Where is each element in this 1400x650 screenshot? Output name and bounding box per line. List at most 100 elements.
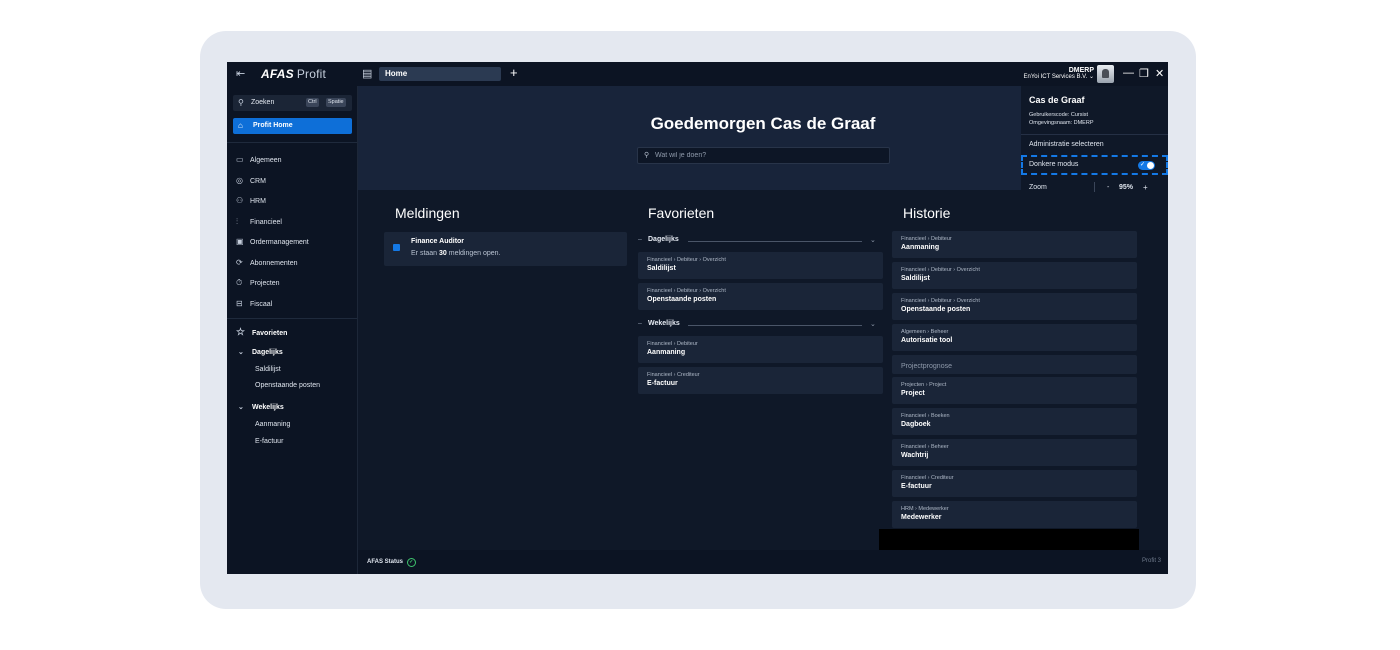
add-tab-button[interactable]: + — [510, 65, 518, 80]
sidebar-item-financieel[interactable]: ⫶ Financieel — [236, 217, 282, 229]
favorieten-title: Favorieten — [648, 205, 715, 221]
card-title: Saldilijst — [901, 275, 930, 282]
collapse-dash: – — [638, 236, 642, 243]
sidebar-item-label: Fiscaal — [250, 301, 273, 308]
favorite-link[interactable]: Saldilijst — [255, 366, 281, 373]
divider — [227, 142, 357, 143]
history-card[interactable]: HRM › Medewerker Medewerker — [892, 501, 1137, 528]
sync-icon: ⟳ — [236, 258, 243, 267]
status-bar: AFAS Status ✓ Profit 3 — [358, 550, 1168, 574]
favorites-header[interactable]: ☆ Favorieten — [236, 327, 287, 338]
search-icon: ⚲ — [238, 98, 244, 107]
history-card[interactable]: Projectprognose — [892, 355, 1137, 374]
window-icon: ▭ — [236, 155, 244, 164]
breadcrumb: Financieel › Debiteur › Overzicht — [647, 257, 726, 263]
favorites-section-wekelijks[interactable]: – Wekelijks ⌄ — [638, 320, 883, 330]
history-card[interactable]: Financieel › Debiteur › Overzicht Openst… — [892, 293, 1137, 320]
profile-env-name: Omgevingsnaam: DMERP — [1029, 120, 1094, 126]
profile-user-code: Gebruikerscode: Cursist — [1029, 112, 1088, 118]
favorites-label: Favorieten — [252, 330, 288, 337]
collapse-dash: – — [638, 320, 642, 327]
history-card[interactable]: Financieel › Crediteur E-factuur — [892, 470, 1137, 497]
sidebar-item-label: Projecten — [250, 280, 280, 287]
menu-collapse-icon[interactable]: ⇤ — [236, 67, 245, 80]
history-card[interactable]: Financieel › Boeken Dagboek — [892, 408, 1137, 435]
meldingen-title: Meldingen — [395, 205, 460, 221]
sidebar-item-label: Abonnementen — [250, 260, 298, 267]
briefcase-icon: ⊟ — [236, 299, 243, 308]
card-title: Aanmaning — [901, 244, 940, 251]
chevron-down-icon: ⌄ — [870, 321, 876, 328]
dark-mode-toggle[interactable]: ✓ — [1138, 161, 1155, 170]
brand-sub: Profit — [296, 67, 327, 81]
breadcrumb: Financieel › Debiteur › Overzicht — [901, 267, 980, 273]
card-title: Aanmaning — [647, 349, 686, 356]
favorite-card[interactable]: Financieel › Crediteur E-factuur — [638, 367, 883, 394]
clipboard-icon: ▣ — [236, 237, 244, 246]
sidebar-item-abonnementen[interactable]: ⟳ Abonnementen — [236, 258, 297, 270]
minimize-icon[interactable]: — — [1123, 67, 1134, 79]
zoom-out-button[interactable]: - — [1107, 184, 1109, 191]
favorites-group-wekelijks[interactable]: ⌄ Wekelijks — [238, 403, 284, 411]
history-card[interactable]: Financieel › Debiteur › Overzicht Saldil… — [892, 262, 1137, 289]
brand-name: AFAS — [261, 67, 294, 81]
search-input[interactable] — [655, 150, 875, 161]
sidebar-item-ordermanagement[interactable]: ▣ Ordermanagement — [236, 237, 309, 249]
sidebar-item-label: Profit Home — [253, 122, 293, 129]
main-search[interactable]: ⚲ — [637, 147, 890, 164]
avatar[interactable] — [1097, 65, 1114, 83]
home-icon: ⌂ — [238, 121, 243, 130]
check-icon: ✓ — [1140, 162, 1146, 168]
divider — [227, 318, 357, 319]
history-card[interactable]: Algemeen › Beheer Autorisatie tool — [892, 324, 1137, 351]
zoom-value: 95% — [1119, 184, 1134, 191]
environment-switcher[interactable]: DMERP EnYoi ICT Services B.V. ⌄ — [1023, 67, 1094, 81]
favorite-link[interactable]: Openstaande posten — [255, 382, 320, 389]
dark-mode-row[interactable]: Donkere modus ✓ — [1021, 155, 1168, 175]
notification-card[interactable]: Finance Auditor Er staan 30 meldingen op… — [384, 232, 627, 266]
history-card[interactable]: Financieel › Debiteur Aanmaning — [892, 231, 1137, 258]
historie-title: Historie — [903, 205, 951, 221]
favorite-link[interactable]: Aanmaning — [255, 421, 290, 428]
card-title: Project — [901, 390, 925, 397]
star-icon: ☆ — [236, 327, 245, 338]
card-title: Medewerker — [901, 514, 942, 521]
tabs-overview-icon[interactable]: ▤ — [362, 67, 372, 80]
card-title: Projectprognose — [901, 363, 952, 370]
afas-status-link[interactable]: AFAS Status ✓ — [367, 558, 416, 567]
select-administration-item[interactable]: Administratie selecteren — [1029, 141, 1104, 148]
history-card[interactable]: Projecten › Project Project — [892, 377, 1137, 404]
breadcrumb: Financieel › Debiteur — [901, 236, 952, 242]
app-logo: AFAS Profit — [261, 67, 326, 81]
sidebar-item-projecten[interactable]: ⏱ Projecten — [236, 278, 280, 290]
sidebar-item-crm[interactable]: ◎ CRM — [236, 176, 266, 188]
maximize-icon[interactable]: ❐ — [1139, 67, 1149, 80]
profile-menu: Cas de Graaf Gebruikerscode: Cursist Omg… — [1021, 86, 1168, 192]
favorite-card[interactable]: Financieel › Debiteur Aanmaning — [638, 336, 883, 363]
close-icon[interactable]: ✕ — [1155, 67, 1164, 80]
sidebar-search[interactable]: ⚲ Zoeken Ctrl Spatie — [233, 95, 352, 111]
tab-home[interactable]: Home — [379, 67, 501, 81]
sidebar-item-algemeen[interactable]: ▭ Algemeen — [236, 155, 282, 167]
favorite-card[interactable]: Financieel › Debiteur › Overzicht Openst… — [638, 283, 883, 310]
favorite-card[interactable]: Financieel › Debiteur › Overzicht Saldil… — [638, 252, 883, 279]
favorites-section-dagelijks[interactable]: – Dagelijks ⌄ — [638, 236, 883, 246]
chevron-down-icon: ⌄ — [238, 349, 244, 356]
sidebar-item-profit-home[interactable]: ⌂ Profit Home — [233, 118, 352, 134]
history-card[interactable]: Financieel › Beheer Wachtrij — [892, 439, 1137, 466]
breadcrumb: Algemeen › Beheer — [901, 329, 949, 335]
breadcrumb: Financieel › Debiteur › Overzicht — [647, 288, 726, 294]
zoom-in-button[interactable]: + — [1143, 183, 1148, 192]
breadcrumb: Financieel › Debiteur › Overzicht — [901, 298, 980, 304]
favorites-group-dagelijks[interactable]: ⌄ Dagelijks — [238, 348, 283, 356]
group-label: Wekelijks — [252, 404, 284, 411]
status-label: AFAS Status — [367, 559, 404, 565]
card-title: Autorisatie tool — [901, 337, 953, 344]
profile-name: Cas de Graaf — [1029, 95, 1085, 105]
group-label: Dagelijks — [252, 349, 283, 356]
sidebar-item-hrm[interactable]: ⚇ HRM — [236, 196, 266, 208]
target-icon: ◎ — [236, 176, 243, 185]
favorite-link[interactable]: E-factuur — [255, 438, 283, 445]
divider — [1021, 134, 1168, 135]
sidebar-item-fiscaal[interactable]: ⊟ Fiscaal — [236, 299, 272, 311]
